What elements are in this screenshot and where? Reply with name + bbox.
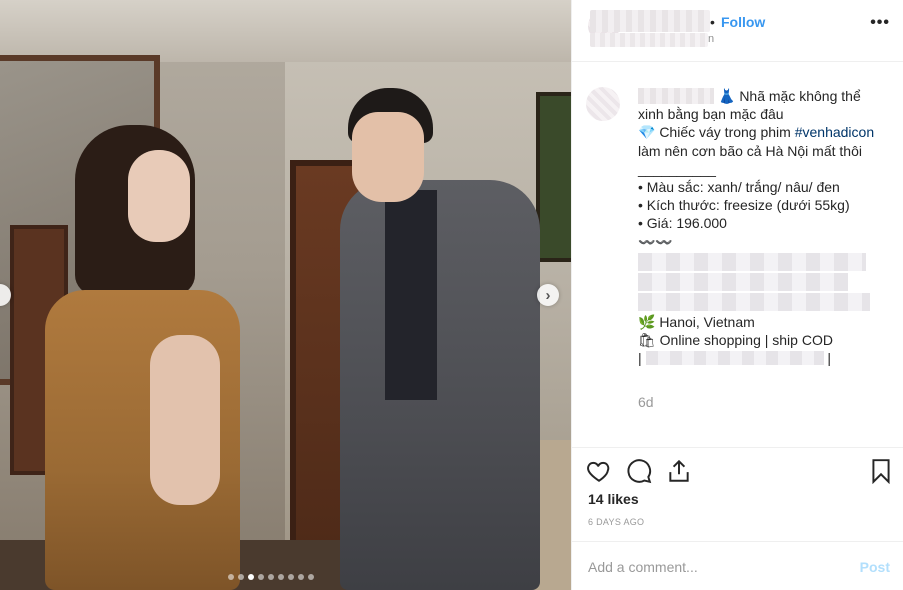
avatar[interactable] [586,87,620,121]
caption-redacted-block [638,252,866,271]
caption-divider: __________ [638,160,716,177]
carousel-dot [278,574,284,580]
photo-ceiling [0,0,571,62]
carousel-dot [228,574,234,580]
caption-line: 👗 Nhã mặc không thể [638,87,893,105]
hashtag-link[interactable]: #venhadicon [795,124,874,140]
more-horizontal-icon[interactable]: ••• [870,14,890,32]
post-comment-button[interactable]: Post [860,559,890,575]
photo-man-face [352,112,424,202]
photo-man-shirt [385,190,437,400]
heart-icon[interactable] [586,458,612,484]
carousel-next-button[interactable]: › [537,284,559,306]
caption-line-3: 💎 Chiếc váy trong phim [638,124,795,141]
carousel-dot [268,574,274,580]
share-icon[interactable] [666,458,692,484]
caption-size-bullet: • Kích thước: freesize (dưới 55kg) [638,197,850,214]
comment-input[interactable] [588,557,838,577]
carousel-dot [238,574,244,580]
location-tail: n [708,33,715,45]
follow-button[interactable]: Follow [721,14,765,30]
location-redacted[interactable] [590,33,708,47]
carousel-dot [298,574,304,580]
photo-woman-face [128,150,190,242]
photo-man-suit [340,180,540,590]
comment-box: Post [572,541,903,590]
carousel-dot [258,574,264,580]
pipe-right: | [827,350,832,367]
caption-shop-line: 🛍 Online shopping | ship COD [638,331,833,348]
caption-redacted-block [638,272,848,291]
post-caption: 👗 Nhã mặc không thể xinh bằng bạn mặc đâ… [638,87,893,367]
chevron-right-icon: › [545,286,551,304]
caption-line-1: 👗 Nhã mặc không thể [718,88,861,104]
carousel-dot [288,574,294,580]
caption-price-bullet: • Giá: 196.000 [638,215,727,232]
post-media[interactable]: › [0,0,571,590]
carousel-indicator [228,574,314,580]
photo-woman-arm [150,335,220,505]
like-count[interactable]: 14 likes [588,491,639,507]
post-sidebar: n • Follow ••• 👗 Nhã mặc không thể xinh … [571,0,903,590]
carousel-dot [308,574,314,580]
carousel-dot [248,574,254,580]
pipe-left: | [638,350,642,367]
caption-line-2: xinh bằng bạn mặc đâu [638,106,784,123]
caption-color-bullet: • Màu sắc: xanh/ trắng/ nâu/ đen [638,178,840,195]
comment-icon[interactable] [626,458,652,484]
bookmark-icon[interactable] [868,458,894,485]
contact-redacted [645,351,824,366]
caption-redacted-block [638,292,870,311]
comment-timestamp[interactable]: 6d [638,394,654,410]
caption-username-redacted[interactable] [638,88,714,104]
caption-squiggle: 〰️〰️ [638,233,673,250]
post-actions [572,447,903,491]
post-date[interactable]: 6 DAYS AGO [588,517,644,527]
post-header: n • Follow ••• [572,0,903,62]
caption-location-line: 🌿 Hanoi, Vietnam [638,313,755,330]
header-separator: • [710,14,715,30]
username-redacted[interactable] [590,10,710,32]
caption-line-4: làm nên cơn bão cả Hà Nội mất thôi [638,142,862,159]
comments-section: 👗 Nhã mặc không thể xinh bằng bạn mặc đâ… [572,63,903,447]
caption-contact-line: | | [638,349,893,367]
photo-painting [536,92,571,262]
caption-line: 💎 Chiếc váy trong phim #venhadicon [638,123,893,141]
